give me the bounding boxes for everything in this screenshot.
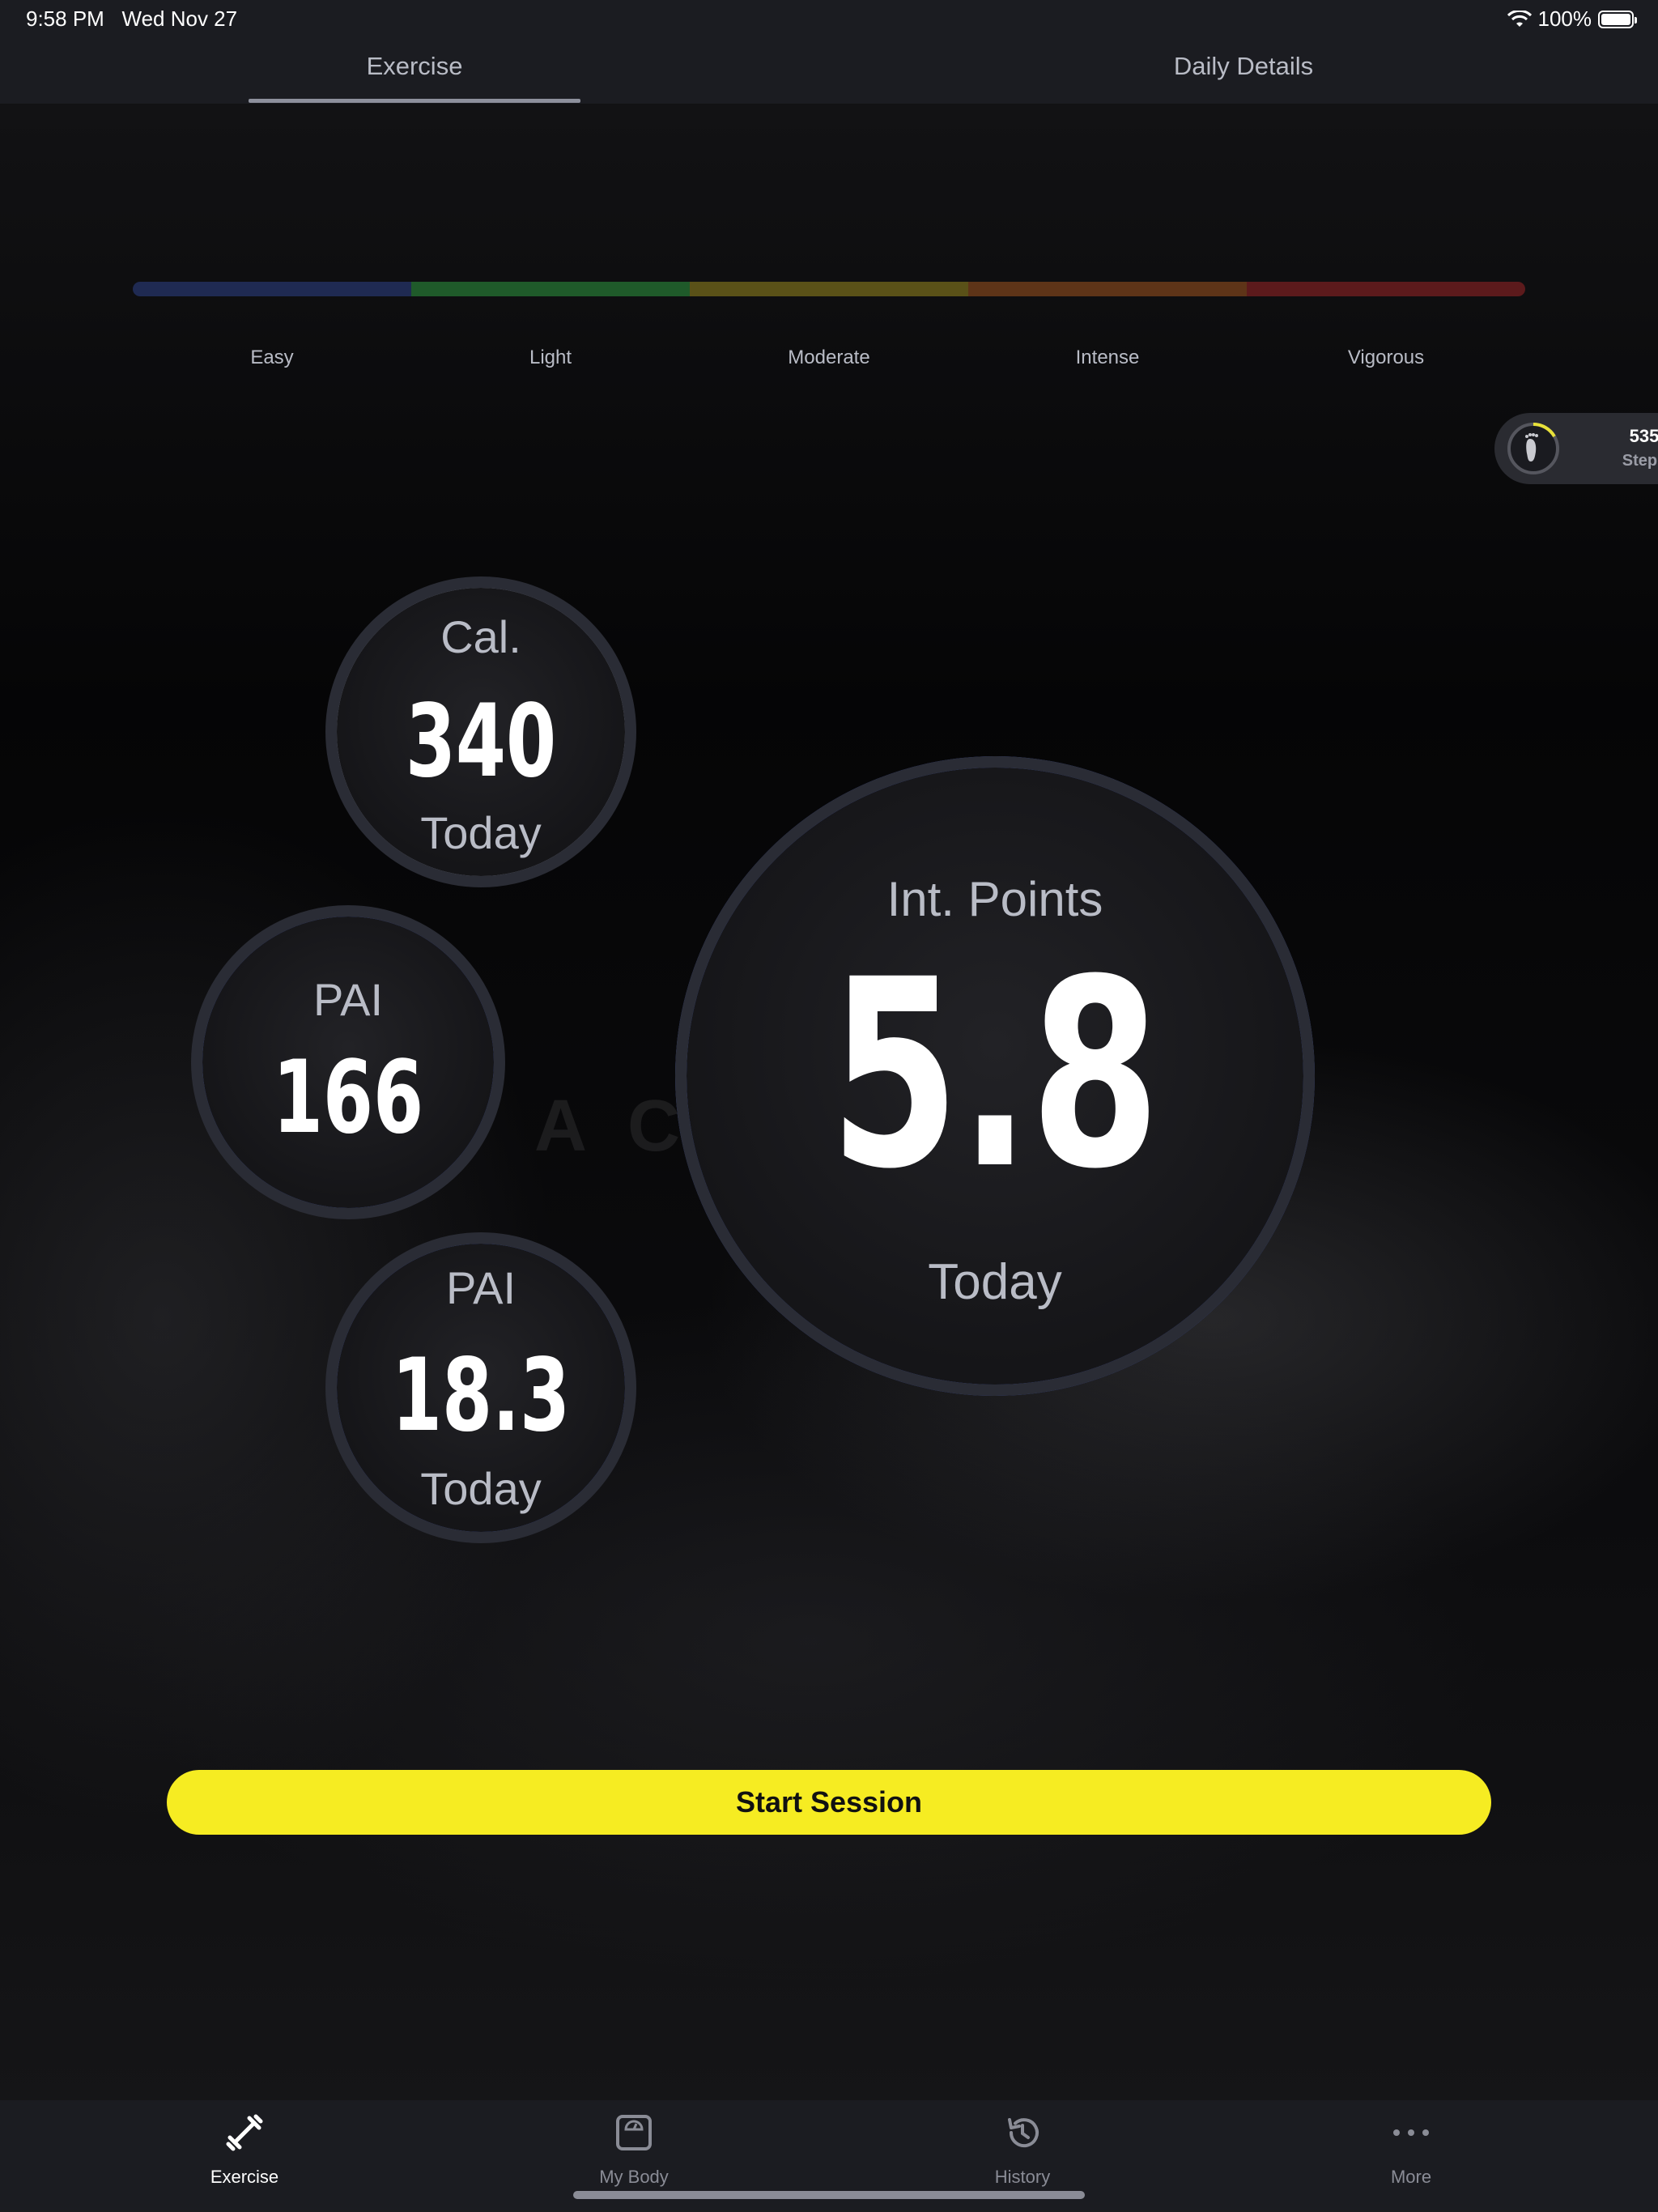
nav-more-label: More [1390, 2167, 1432, 2187]
scale-icon [616, 2115, 652, 2150]
calories-sub: Today [420, 807, 542, 858]
int-points-value: 5.8 [829, 925, 1161, 1226]
battery-percent: 100% [1537, 6, 1592, 31]
tab-exercise[interactable]: Exercise [367, 52, 463, 81]
int-points-label: Int. Points [886, 872, 1103, 926]
calories-label: Cal. [440, 611, 521, 662]
steps-label: Steps [1622, 452, 1658, 470]
pai-total-label: PAI [312, 974, 384, 1025]
intensity-label-intense: Intense [1075, 347, 1140, 368]
status-time: 9:58 PM Wed Nov 27 [26, 6, 237, 32]
more-dots-icon [1393, 2129, 1429, 2136]
tab-daily-details[interactable]: Daily Details [1174, 52, 1313, 81]
date-text: Wed Nov 27 [121, 6, 238, 31]
intensity-segment-intense [968, 282, 1247, 296]
status-bar: 9:58 PM Wed Nov 27 100% [0, 0, 1658, 39]
nav-more[interactable]: More [1290, 2100, 1533, 2197]
nav-my-body[interactable]: My Body [512, 2100, 755, 2197]
int-points-ring[interactable]: Int. Points 5.8 Today [675, 756, 1315, 1396]
intensity-segment-moderate [690, 282, 968, 296]
battery-icon [1598, 10, 1637, 28]
intensity-segment-light [411, 282, 690, 296]
pai-today-label: PAI [445, 1262, 517, 1313]
active-tab-indicator [249, 99, 580, 103]
intensity-label-vigorous: Vigorous [1347, 347, 1425, 368]
intensity-label-easy: Easy [250, 347, 294, 368]
top-tab-bar: Exercise Daily Details [0, 39, 1658, 104]
nav-exercise[interactable]: Exercise [123, 2100, 366, 2197]
intensity-scale-bar [133, 282, 1525, 296]
footprint-icon [1507, 422, 1559, 474]
nav-exercise-label: Exercise [210, 2167, 279, 2187]
pai-today-ring[interactable]: PAI 18.3 Today [325, 1232, 636, 1543]
dumbbell-icon [226, 2114, 263, 2151]
nav-my-body-label: My Body [599, 2167, 669, 2187]
calories-value: 340 [405, 683, 557, 800]
wifi-icon [1507, 10, 1532, 27]
nav-history[interactable]: History [901, 2100, 1144, 2197]
intensity-label-moderate: Moderate [788, 347, 870, 368]
history-icon [1008, 2118, 1039, 2148]
time-text: 9:58 PM [26, 6, 104, 31]
intensity-label-light: Light [529, 347, 572, 368]
pai-total-value: 166 [272, 1040, 424, 1156]
steps-value: 535 [1629, 426, 1658, 446]
intensity-segment-easy [133, 282, 411, 296]
int-points-sub: Today [928, 1254, 1062, 1310]
start-session-button[interactable]: Start Session [167, 1770, 1491, 1835]
pai-today-sub: Today [420, 1463, 542, 1514]
steps-widget[interactable]: 535 Steps [1494, 413, 1658, 484]
nav-history-label: History [994, 2167, 1051, 2187]
intensity-segment-vigorous [1247, 282, 1525, 296]
home-indicator [573, 2191, 1085, 2199]
status-indicators: 100% [1507, 6, 1637, 32]
pai-total-ring[interactable]: PAI 166 [191, 905, 505, 1219]
pai-today-value: 18.3 [391, 1338, 571, 1454]
calories-ring[interactable]: Cal. 340 Today [325, 576, 636, 887]
